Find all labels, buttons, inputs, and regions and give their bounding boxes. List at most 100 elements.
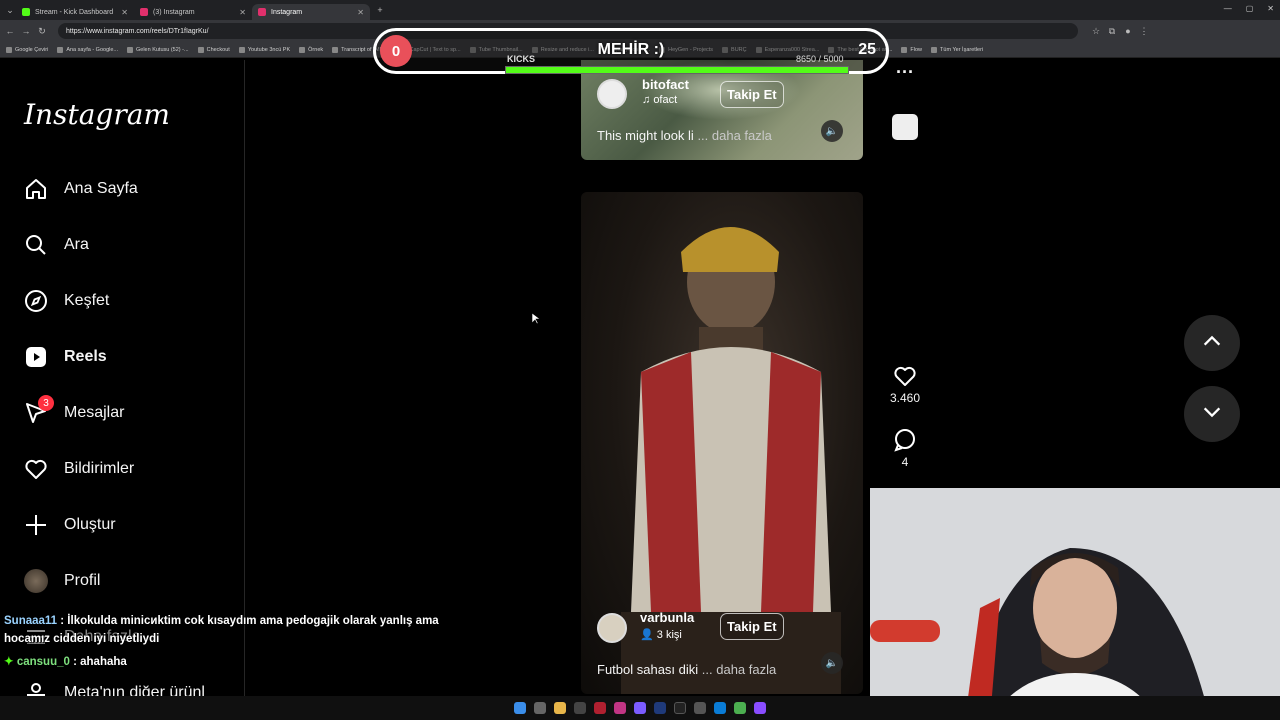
file-explorer-icon[interactable] — [554, 702, 566, 714]
instagram-logo[interactable]: Instagram — [24, 98, 170, 131]
kicks-label: KICKS — [507, 54, 536, 64]
creator-username[interactable]: varbunla — [640, 610, 694, 625]
creator-username[interactable]: bitofact — [642, 77, 689, 92]
messenger-icon: 3 — [24, 395, 54, 425]
bookmark-item[interactable]: Youtube 3ncü PK — [238, 46, 291, 53]
collab-people[interactable]: 👤 3 kişi — [640, 628, 682, 641]
tab-instagram-active[interactable]: Instagram ✕ — [252, 4, 370, 20]
comment-count: 4 — [901, 455, 909, 469]
volume-icon[interactable]: 🔈 — [821, 652, 843, 674]
follow-button[interactable]: Takip Et — [720, 613, 784, 640]
extensions-icon[interactable]: ⧉ — [1106, 26, 1118, 37]
search-icon — [24, 233, 48, 257]
profile-icon[interactable]: ● — [1122, 26, 1134, 36]
more-options-icon[interactable]: ··· — [886, 62, 924, 83]
reels-icon — [24, 345, 48, 369]
bookmark-item[interactable]: Checkout — [197, 46, 230, 53]
bookmark-label: Youtube 3ncü PK — [247, 46, 291, 53]
bookmark-label: Ana sayfa - Google... — [66, 46, 118, 53]
volume-icon[interactable]: 🔈 — [821, 120, 843, 142]
follow-button[interactable]: Takip Et — [720, 81, 784, 108]
chat-message: Sunaaa11 : İlkokulda minicиktim cok kısa… — [4, 615, 439, 627]
profile-avatar — [24, 569, 48, 593]
star-icon[interactable]: ☆ — [1090, 26, 1102, 37]
more-link[interactable]: ... daha fazla — [697, 128, 771, 143]
close-icon[interactable]: ✕ — [239, 8, 246, 17]
bookmark-item[interactable]: Ana sayfa - Google... — [57, 46, 118, 53]
tab-instagram-1[interactable]: (3) Instagram ✕ — [134, 4, 252, 20]
nav-notifications[interactable]: Bildirimler — [24, 457, 134, 481]
nav-create[interactable]: Oluştur — [24, 513, 116, 537]
bookmark-icon — [57, 46, 64, 53]
tab-title: (3) Instagram — [153, 8, 195, 16]
bookmark-item[interactable]: Google Çeviri — [6, 46, 48, 53]
reel-video-previous[interactable]: bitofact ♫ ofact Takip Et This might loo… — [581, 60, 863, 160]
obs-icon[interactable] — [694, 702, 706, 714]
tiktok-icon[interactable] — [674, 702, 686, 714]
more-link[interactable]: ... daha fazla — [702, 662, 776, 677]
bookmark-icon — [197, 46, 204, 53]
task-view-icon[interactable] — [534, 702, 546, 714]
maximize-icon[interactable]: ▢ — [1246, 4, 1254, 13]
chat-message: ✦ cansuu_0 : ahahaha — [4, 654, 127, 668]
reel-video-current[interactable]: varbunla 👤 3 kişi Takip Et Futbol sahası… — [581, 192, 863, 694]
like-button[interactable]: 3.460 — [886, 364, 924, 405]
chat-text: : İlkokulda minicиktim cok kısaydım ama … — [57, 615, 439, 627]
bookmark-item[interactable]: Örnek — [299, 46, 324, 53]
nav-label: Mesajlar — [64, 404, 125, 421]
chrome-icon[interactable] — [734, 702, 746, 714]
bookmark-item[interactable]: Flow — [901, 46, 922, 53]
heart-icon — [24, 457, 48, 481]
nav-messages[interactable]: 3 Mesajlar — [24, 395, 125, 425]
bookmark-icon — [901, 46, 908, 53]
forward-icon[interactable]: → — [20, 26, 32, 36]
windows-taskbar — [0, 696, 1280, 720]
reload-icon[interactable]: ↻ — [36, 26, 48, 37]
previous-reel-button[interactable] — [1184, 315, 1240, 371]
app2-icon[interactable] — [754, 702, 766, 714]
kicks-value: 8650 / 5000 — [796, 54, 844, 64]
tab-menu-icon[interactable]: ⌄ — [4, 5, 16, 16]
chat-username: Sunaaa11 — [4, 615, 58, 627]
minimize-icon[interactable]: — — [1224, 4, 1232, 13]
close-icon[interactable]: ✕ — [121, 8, 128, 17]
nav-search[interactable]: Ara — [24, 233, 89, 257]
caption-text: Futbol sahası diki — [597, 662, 699, 677]
app-icon[interactable] — [634, 702, 646, 714]
compass-icon — [24, 289, 48, 313]
opera-icon[interactable] — [594, 702, 606, 714]
overlay-right-counter: 25 — [858, 41, 876, 58]
url-text: https://www.instagram.com/reels/DTr1fIag… — [66, 27, 209, 35]
new-tab-button[interactable]: + — [374, 5, 386, 15]
next-reel-button[interactable] — [1184, 386, 1240, 442]
notification-badge: 3 — [38, 395, 54, 411]
streamer-image — [870, 488, 1280, 720]
back-icon[interactable]: ← — [4, 26, 16, 36]
audio-thumbnail[interactable] — [886, 114, 924, 143]
instagram-app-icon[interactable] — [614, 702, 626, 714]
photoshop-icon[interactable] — [654, 702, 666, 714]
bookmark-icon — [238, 46, 245, 53]
nav-label: Bildirimler — [64, 460, 135, 477]
tab-kick-dashboard[interactable]: Stream - Kick Dashboard ✕ — [16, 4, 134, 20]
bookmark-label: Örnek — [308, 46, 324, 53]
audio-label[interactable]: ♫ ofact — [642, 94, 677, 106]
creator-avatar[interactable] — [597, 613, 627, 643]
bookmark-item[interactable]: Tüm Yer İşaretleri — [931, 46, 984, 53]
kebab-menu-icon[interactable]: ⋮ — [1138, 26, 1150, 37]
close-icon[interactable]: ✕ — [357, 8, 364, 17]
bookmark-item[interactable]: Gelen Kutusu (52) -... — [127, 46, 189, 53]
window-close-icon[interactable]: ✕ — [1267, 4, 1274, 13]
instagram-icon — [258, 8, 266, 16]
bookmark-label: Tüm Yer İşaretleri — [940, 46, 984, 53]
settings-icon[interactable] — [574, 702, 586, 714]
nav-profile[interactable]: Profil — [24, 569, 100, 593]
creator-avatar[interactable] — [597, 79, 627, 109]
chat-username: cansuu_0 — [16, 656, 70, 668]
start-icon[interactable] — [514, 702, 526, 714]
nav-reels[interactable]: Reels — [24, 345, 107, 369]
edge-icon[interactable] — [714, 702, 726, 714]
nav-home[interactable]: Ana Sayfa — [24, 177, 138, 201]
nav-explore[interactable]: Keşfet — [24, 289, 109, 313]
comment-button[interactable]: 4 — [886, 428, 924, 469]
